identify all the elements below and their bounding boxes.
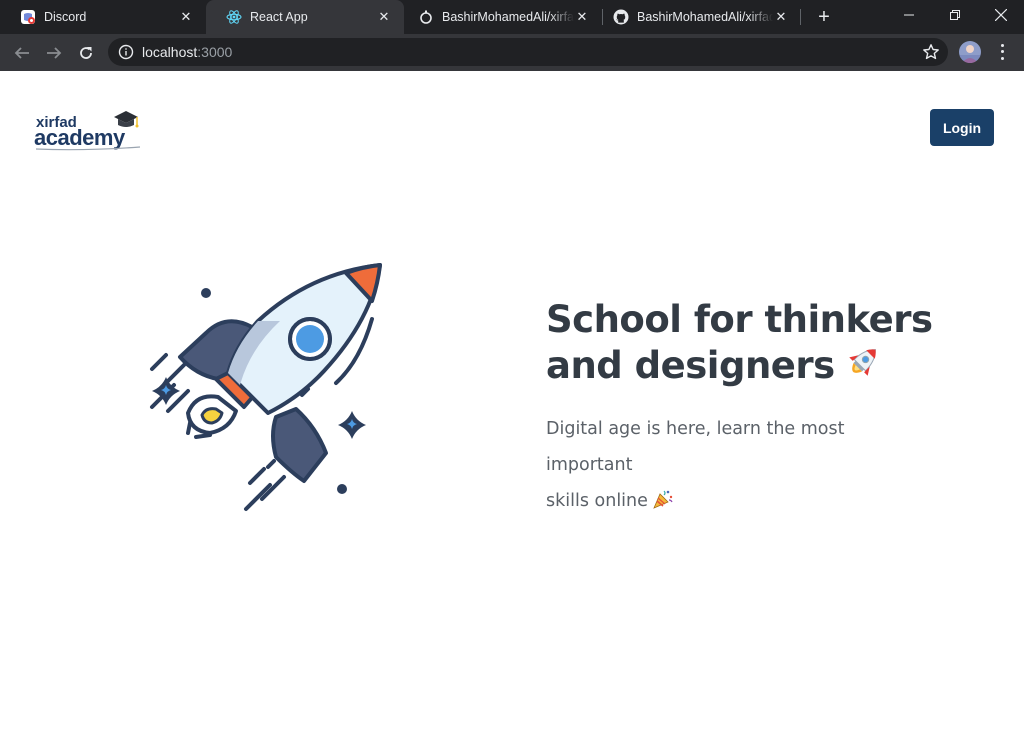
hero-subtitle: Digital age is here, learn the most impo… bbox=[546, 411, 926, 523]
hero-subtitle-line1: Digital age is here, learn the most impo… bbox=[546, 419, 845, 475]
restore-icon[interactable] bbox=[932, 0, 978, 30]
hero-title-line2: and designers bbox=[546, 344, 835, 387]
minimize-icon[interactable] bbox=[886, 0, 932, 30]
hero-title: School for thinkers and designers bbox=[546, 297, 946, 394]
hero-title-line1: School for thinkers bbox=[546, 298, 933, 341]
rocket-emoji-icon bbox=[841, 342, 883, 394]
address-bar[interactable]: localhost:3000 bbox=[108, 38, 948, 66]
url-text: localhost:3000 bbox=[142, 44, 232, 60]
back-arrow-icon[interactable] bbox=[8, 39, 36, 67]
tab-react-app[interactable]: React App ✕ bbox=[206, 0, 404, 34]
login-button[interactable]: Login bbox=[930, 109, 994, 146]
reload-icon[interactable] bbox=[72, 39, 100, 67]
forward-arrow-icon[interactable] bbox=[40, 39, 68, 67]
party-popper-icon bbox=[652, 487, 674, 523]
tab-title: Discord bbox=[44, 10, 87, 24]
tab-title: React App bbox=[250, 10, 308, 24]
xirfad-academy-logo[interactable]: xirfad academy bbox=[34, 105, 146, 153]
hero-subtitle-line2: skills online bbox=[546, 491, 648, 511]
logo-text-bottom: academy bbox=[34, 125, 126, 150]
page-content: xirfad academy Login School for thinkers… bbox=[0, 71, 1024, 738]
menu-kebab-icon[interactable] bbox=[994, 42, 1010, 62]
info-icon[interactable] bbox=[118, 44, 134, 60]
close-window-icon[interactable] bbox=[978, 0, 1024, 30]
hero-title-line2-wrap: and designers bbox=[546, 342, 946, 394]
tab-github-1[interactable]: BashirMohamedAli/xirfad ✕ bbox=[404, 0, 602, 34]
tab-github-2[interactable]: BashirMohamedAli/xirfad ✕ bbox=[603, 0, 801, 34]
rocket-illustration bbox=[140, 261, 400, 521]
new-tab-plus-icon[interactable]: + bbox=[812, 5, 836, 29]
profile-avatar[interactable] bbox=[959, 41, 981, 63]
close-icon[interactable]: ✕ bbox=[178, 9, 194, 25]
close-icon[interactable]: ✕ bbox=[574, 9, 590, 25]
browser-tab-bar: Discord ✕ React App ✕ BashirMohamedAli/x… bbox=[0, 0, 1024, 34]
tab-title: BashirMohamedAli/xirfad bbox=[637, 10, 773, 24]
bookmark-star-icon[interactable] bbox=[922, 43, 940, 61]
github-action-icon bbox=[418, 9, 434, 25]
browser-toolbar: localhost:3000 bbox=[0, 34, 1024, 71]
github-icon bbox=[613, 9, 629, 25]
tab-discord[interactable]: Discord ✕ bbox=[0, 0, 206, 34]
discord-icon bbox=[20, 9, 36, 25]
url-port: :3000 bbox=[197, 44, 233, 60]
url-host: localhost bbox=[142, 44, 198, 60]
close-icon[interactable]: ✕ bbox=[773, 9, 789, 25]
react-icon bbox=[226, 9, 242, 25]
hero-subtitle-line2-wrap: skills online bbox=[546, 483, 926, 523]
tab-separator bbox=[800, 9, 801, 25]
close-icon[interactable]: ✕ bbox=[376, 9, 392, 25]
tab-title: BashirMohamedAli/xirfad bbox=[442, 10, 574, 24]
